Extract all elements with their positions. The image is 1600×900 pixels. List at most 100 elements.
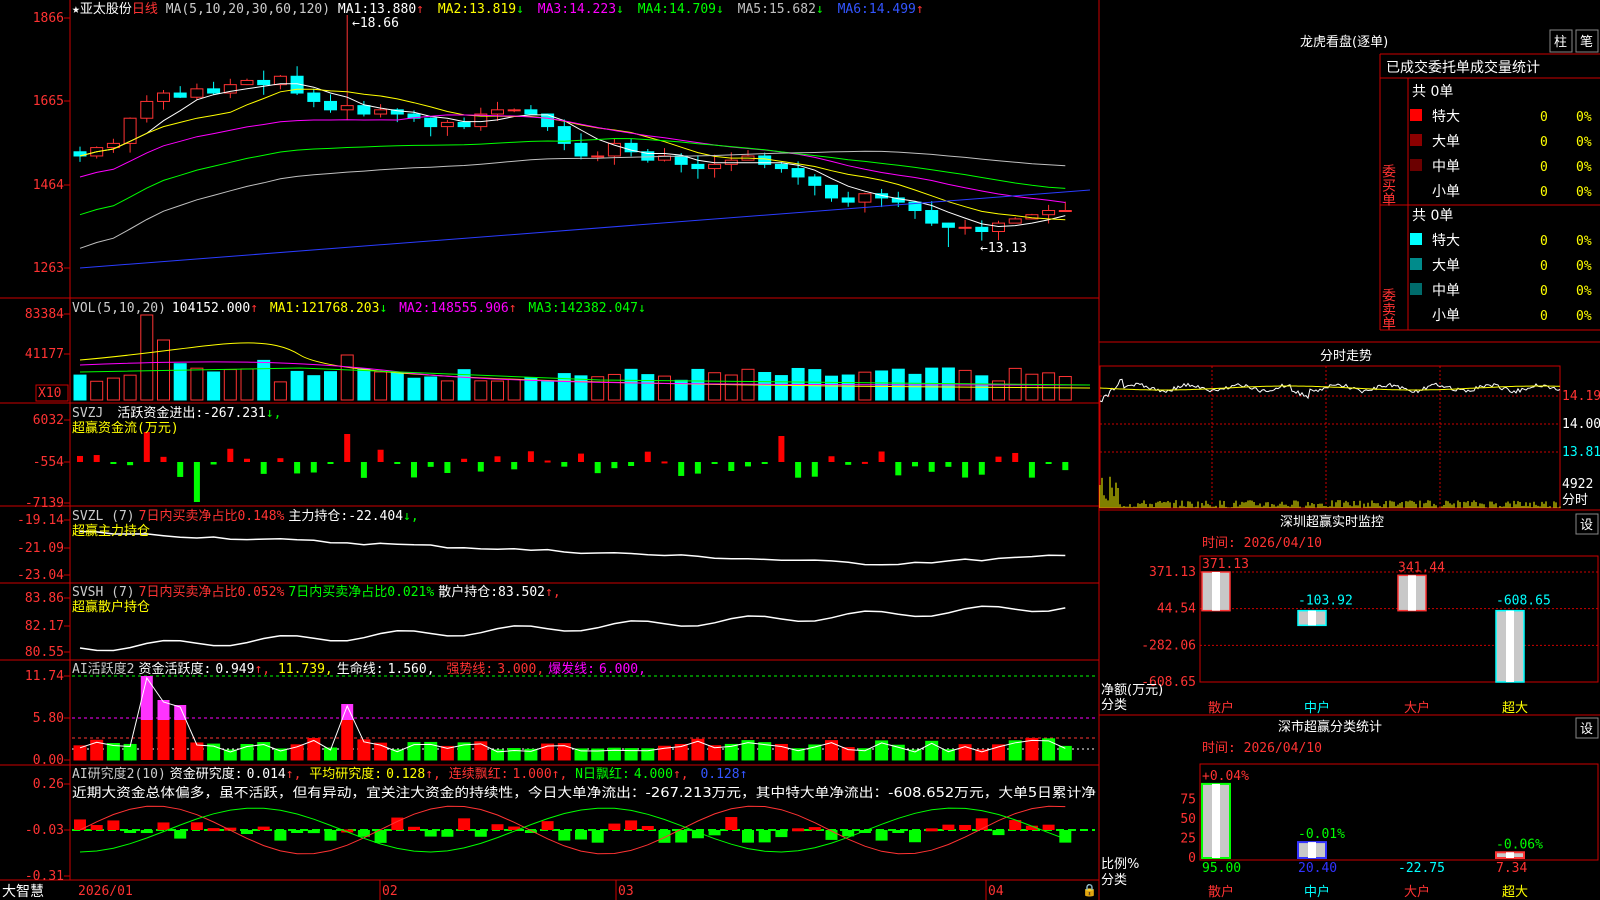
sz-category: 超大 xyxy=(1502,701,1528,716)
candle-body xyxy=(240,79,254,86)
activity-bar xyxy=(407,742,421,761)
y-tick-label: 83.86 xyxy=(25,591,64,606)
ma-label: MA(5,10,20,30,60,120) xyxy=(166,2,330,17)
research-bar xyxy=(775,830,788,838)
sz-settings-button[interactable]: 设 xyxy=(1575,513,1599,535)
volume-bar xyxy=(140,314,154,401)
candle-body xyxy=(507,109,521,112)
fund-flow-bar xyxy=(527,451,534,462)
fl-y-label: 50 xyxy=(1180,812,1196,827)
intraday-y-label: 14.00 xyxy=(1562,417,1600,432)
candle-body xyxy=(941,222,955,228)
candle-body xyxy=(825,184,838,199)
sz-category-label: 分类 xyxy=(1101,698,1127,713)
sz-time: 时间: 2026/04/10 xyxy=(1202,536,1322,551)
research-bar xyxy=(190,822,203,830)
y-tick-label: 83384 xyxy=(25,307,64,322)
svg-text:设: 设 xyxy=(1580,518,1593,533)
volume-bar xyxy=(541,381,555,401)
fund-flow-bar xyxy=(310,462,317,473)
fund-flow-bar xyxy=(444,462,451,473)
order-total: 共 0单 xyxy=(1412,208,1453,224)
y-tick-label: -19.14 xyxy=(17,513,64,528)
research-bar xyxy=(792,828,805,832)
fl-category: 超大 xyxy=(1502,885,1528,900)
intraday-vol-unit: 分时 xyxy=(1562,493,1588,508)
fund-flow-bar xyxy=(995,456,1002,462)
order-color-swatch xyxy=(1410,134,1422,146)
sz-category: 中户 xyxy=(1304,700,1330,716)
fl-settings-button[interactable]: 设 xyxy=(1575,717,1599,739)
order-percent: 0% xyxy=(1576,110,1592,125)
volume-bar xyxy=(491,380,504,401)
candle-body xyxy=(841,197,855,203)
x-tick-label: 04 xyxy=(988,884,1004,899)
research-bar xyxy=(992,830,1005,836)
activity-bar xyxy=(341,720,354,760)
candle-body xyxy=(925,210,939,224)
order-color-swatch xyxy=(1410,308,1422,320)
period-label: 日线 xyxy=(132,2,158,17)
volume-bar xyxy=(424,376,438,401)
volume-bar xyxy=(73,374,87,401)
research-bar xyxy=(591,830,604,843)
fl-bar-pct: -0.01% xyxy=(1298,827,1345,842)
research-bar xyxy=(1042,824,1055,830)
candle-body xyxy=(524,109,538,115)
volume-bar xyxy=(207,371,221,401)
sell-side-label: 委卖单 xyxy=(1380,288,1396,330)
fund-flow-bar xyxy=(411,462,417,478)
fund-flow-bar xyxy=(511,462,518,470)
research-bar xyxy=(207,828,220,832)
lock-icon[interactable]: 🔒 xyxy=(1082,883,1097,897)
y-tick-label: 1464 xyxy=(33,178,64,193)
activity-line xyxy=(79,676,1066,753)
activity-bar xyxy=(73,745,87,761)
candle-body xyxy=(808,176,822,186)
sz-net-bar-highlight xyxy=(1506,610,1514,682)
y-axes: 1866 1665 1464 1263 83384 41177 6032 -554 -7139 -… xyxy=(17,11,70,884)
y-tick-label: -23.04 xyxy=(17,568,64,583)
candle-body xyxy=(674,155,688,165)
volume-bar xyxy=(190,367,204,401)
research-bar xyxy=(408,826,420,830)
fund-flow-bar xyxy=(127,462,134,466)
research-bar xyxy=(758,830,771,843)
sz-category: 散户 xyxy=(1208,700,1234,716)
fl-time: 时间: 2026/04/10 xyxy=(1202,741,1322,756)
research-bar xyxy=(140,830,153,834)
research-bar xyxy=(625,820,638,830)
candle-body xyxy=(958,226,972,229)
candle-body xyxy=(691,163,705,170)
sz-unit-label: 净额(万元) xyxy=(1101,683,1163,698)
x-tick-label: 03 xyxy=(618,884,634,899)
column-view-button[interactable]: 柱 xyxy=(1549,29,1573,53)
fund-flow-bar xyxy=(628,462,635,466)
fl-category: 散户 xyxy=(1208,884,1234,900)
fund-flow-bar xyxy=(227,448,234,462)
sz-bar-value: 371.13 xyxy=(1202,557,1249,572)
svzl-sub: 超赢主力持仓 xyxy=(72,523,150,539)
volume-bar xyxy=(290,370,304,401)
y-tick-label: 41177 xyxy=(25,347,64,362)
candle-body xyxy=(173,92,187,98)
fund-flow-bar xyxy=(427,462,434,467)
fund-flow-bar xyxy=(811,462,818,477)
volume-bar xyxy=(440,380,454,401)
research-bar xyxy=(608,823,621,830)
fund-flow-bar xyxy=(978,462,985,475)
volume-bar xyxy=(240,368,254,401)
tick-view-button[interactable]: 笔 xyxy=(1575,29,1599,53)
activity-bar xyxy=(1025,737,1039,761)
research-bar xyxy=(675,830,688,843)
ma-line xyxy=(79,88,1066,221)
research-bar xyxy=(157,822,170,830)
volume-bar xyxy=(841,374,855,401)
volume-bar xyxy=(374,371,388,401)
svg-text:笔: 笔 xyxy=(1580,34,1593,50)
fund-flow-bar xyxy=(728,462,735,471)
research-bar xyxy=(641,825,654,830)
order-type-label: 大单 xyxy=(1432,258,1460,274)
fund-flow-bar xyxy=(77,455,83,462)
y-tick-label: -0.31 xyxy=(25,869,64,884)
